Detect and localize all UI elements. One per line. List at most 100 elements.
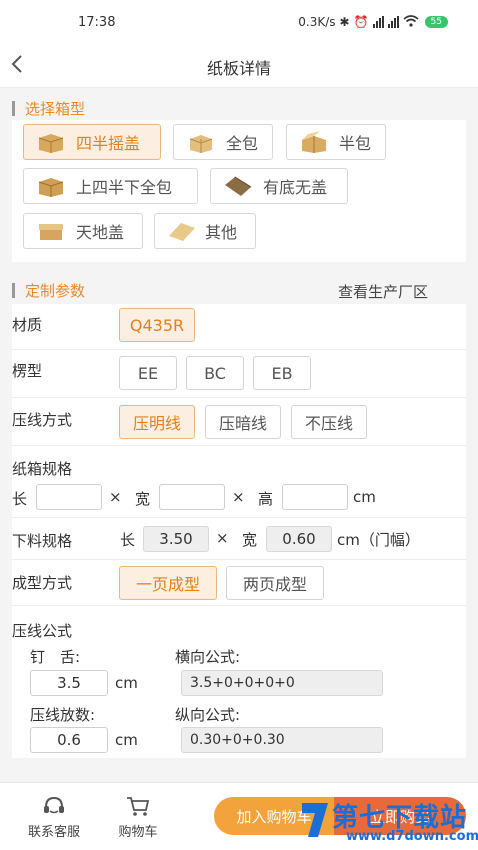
bluetooth-icon: ✱ xyxy=(339,15,350,29)
alarm-icon: ⏰ xyxy=(353,15,369,29)
formula-label: 压线公式 xyxy=(12,622,73,640)
cart-tab[interactable]: 购物车 xyxy=(110,795,166,840)
unit-label: cm xyxy=(353,488,376,506)
box-type-option-0[interactable]: 四半摇盖 xyxy=(23,124,161,160)
box-other-icon xyxy=(167,220,197,242)
headset-icon xyxy=(44,796,64,814)
network-speed: 0.3K/s xyxy=(298,15,336,29)
signal-2-icon xyxy=(387,16,399,28)
box-half-icon xyxy=(299,131,329,153)
times-sign: × xyxy=(109,488,122,506)
box-lid-icon xyxy=(36,220,66,242)
page-title: 纸板详情 xyxy=(206,59,271,78)
crease-label: 压线方式 xyxy=(12,411,73,429)
width-label: 宽 xyxy=(135,490,151,508)
box-type-option-2[interactable]: 半包 xyxy=(286,124,386,160)
section-marker xyxy=(12,100,15,116)
box-mixed-icon xyxy=(36,175,66,197)
box-type-option-1[interactable]: 全包 xyxy=(173,124,273,160)
times-sign: × xyxy=(232,488,245,506)
nail-tongue-unit: cm xyxy=(115,674,138,692)
forming-row: 成型方式 一页成型 两页成型 xyxy=(12,560,466,606)
vertical-formula-label: 纵向公式: xyxy=(175,706,241,724)
horizontal-formula-label: 横向公式: xyxy=(175,648,241,666)
cart-icon xyxy=(127,797,150,816)
box-type-section: 选择箱型 四半摇盖 全包 半包 上四半下全包 有底无盖 天地盖 其他 xyxy=(12,96,466,262)
material-row: 材质 Q435R xyxy=(12,304,466,350)
cut-width-value: 0.60 xyxy=(266,526,332,552)
box-open-top-icon xyxy=(223,175,253,197)
box-spec-row: 纸箱规格 长 × 宽 × 高 cm xyxy=(12,446,466,518)
crease-option-none[interactable]: 不压线 xyxy=(291,405,367,439)
watermark: 第七下载站 www.d7down.com xyxy=(300,795,478,849)
factory-link[interactable]: 查看生产厂区 xyxy=(338,281,428,302)
wifi-icon xyxy=(403,14,419,30)
flute-row: 楞型 EE BC EB xyxy=(12,350,466,398)
flute-option-bc[interactable]: BC xyxy=(186,356,244,390)
contact-service-tab[interactable]: 联系客服 xyxy=(22,795,86,840)
watermark-url: www.d7down.com xyxy=(346,829,478,844)
box-type-label: 天地盖 xyxy=(76,223,125,242)
box-type-panel: 四半摇盖 全包 半包 上四半下全包 有底无盖 天地盖 其他 xyxy=(12,120,466,262)
times-sign: × xyxy=(216,529,229,547)
box-type-label: 全包 xyxy=(226,134,259,153)
box-type-option-4[interactable]: 有底无盖 xyxy=(210,168,348,204)
crease-option-visible[interactable]: 压明线 xyxy=(119,405,195,439)
box-full-icon xyxy=(186,131,216,153)
flute-label: 楞型 xyxy=(12,362,43,380)
nav-bar: 纸板详情 xyxy=(0,44,478,88)
box-type-option-3[interactable]: 上四半下全包 xyxy=(23,168,198,204)
contact-service-label: 联系客服 xyxy=(27,825,80,840)
allowance-unit: cm xyxy=(115,731,138,749)
cut-length-label: 长 xyxy=(120,531,136,549)
box-type-option-6[interactable]: 其他 xyxy=(154,213,256,249)
forming-option-two-page[interactable]: 两页成型 xyxy=(226,566,324,600)
box-type-title: 选择箱型 xyxy=(25,99,86,118)
allowance-label: 压线放数: xyxy=(30,706,96,724)
length-input[interactable] xyxy=(36,484,102,510)
forming-label: 成型方式 xyxy=(12,574,73,592)
material-label: 材质 xyxy=(12,316,43,334)
crease-option-hidden[interactable]: 压暗线 xyxy=(205,405,281,439)
height-label: 高 xyxy=(258,490,274,508)
box-type-option-5[interactable]: 天地盖 xyxy=(23,213,143,249)
status-time: 17:38 xyxy=(78,14,116,30)
box-type-label: 上四半下全包 xyxy=(76,178,173,197)
material-option[interactable]: Q435R xyxy=(119,308,195,342)
params-header: 定制参数 xyxy=(12,280,85,300)
box-type-label: 半包 xyxy=(339,134,372,153)
status-bar: 17:38 0.3K/s ✱ ⏰ 55 xyxy=(0,0,478,44)
crease-row: 压线方式 压明线 压暗线 不压线 xyxy=(12,398,466,446)
box-flap-icon xyxy=(36,131,66,153)
params-title: 定制参数 xyxy=(25,281,86,300)
nail-tongue-label: 钉 舌: xyxy=(30,648,81,666)
formula-block: 压线公式 钉 舌: 横向公式: 3.5 cm 3.5+0+0+0+0 压线放数:… xyxy=(12,606,466,758)
box-type-label: 四半摇盖 xyxy=(76,134,141,153)
params-panel: 材质 Q435R 楞型 EE BC EB 压线方式 压明线 压暗线 不压线 纸箱… xyxy=(12,304,466,758)
nail-tongue-input[interactable]: 3.5 xyxy=(30,670,108,696)
cart-label: 购物车 xyxy=(118,825,158,840)
cut-spec-label: 下料规格 xyxy=(12,532,73,550)
flute-option-eb[interactable]: EB xyxy=(253,356,311,390)
length-label: 长 xyxy=(12,490,28,508)
signal-icon xyxy=(372,16,384,28)
params-section: 定制参数 查看生产厂区 材质 Q435R 楞型 EE BC EB 压线方式 压明… xyxy=(12,272,466,758)
allowance-input[interactable]: 0.6 xyxy=(30,727,108,753)
section-marker xyxy=(12,282,15,298)
box-spec-label: 纸箱规格 xyxy=(12,460,73,478)
battery-icon: 55 xyxy=(424,16,448,28)
horizontal-formula-value: 3.5+0+0+0+0 xyxy=(181,670,383,696)
cut-unit-label: cm（门幅） xyxy=(337,531,420,549)
height-input[interactable] xyxy=(282,484,348,510)
box-type-label: 有底无盖 xyxy=(263,178,328,197)
cut-spec-row: 下料规格 长 3.50 × 宽 0.60 cm（门幅） xyxy=(12,518,466,560)
cut-length-value: 3.50 xyxy=(143,526,209,552)
forming-option-one-page[interactable]: 一页成型 xyxy=(119,566,217,600)
flute-option-ee[interactable]: EE xyxy=(119,356,177,390)
cut-width-label: 宽 xyxy=(242,531,258,549)
box-type-label: 其他 xyxy=(205,223,238,242)
width-input[interactable] xyxy=(159,484,225,510)
status-icons: 0.3K/s ✱ ⏰ 55 xyxy=(298,14,448,30)
box-type-header: 选择箱型 xyxy=(12,98,85,118)
watermark-logo-icon xyxy=(302,803,328,837)
